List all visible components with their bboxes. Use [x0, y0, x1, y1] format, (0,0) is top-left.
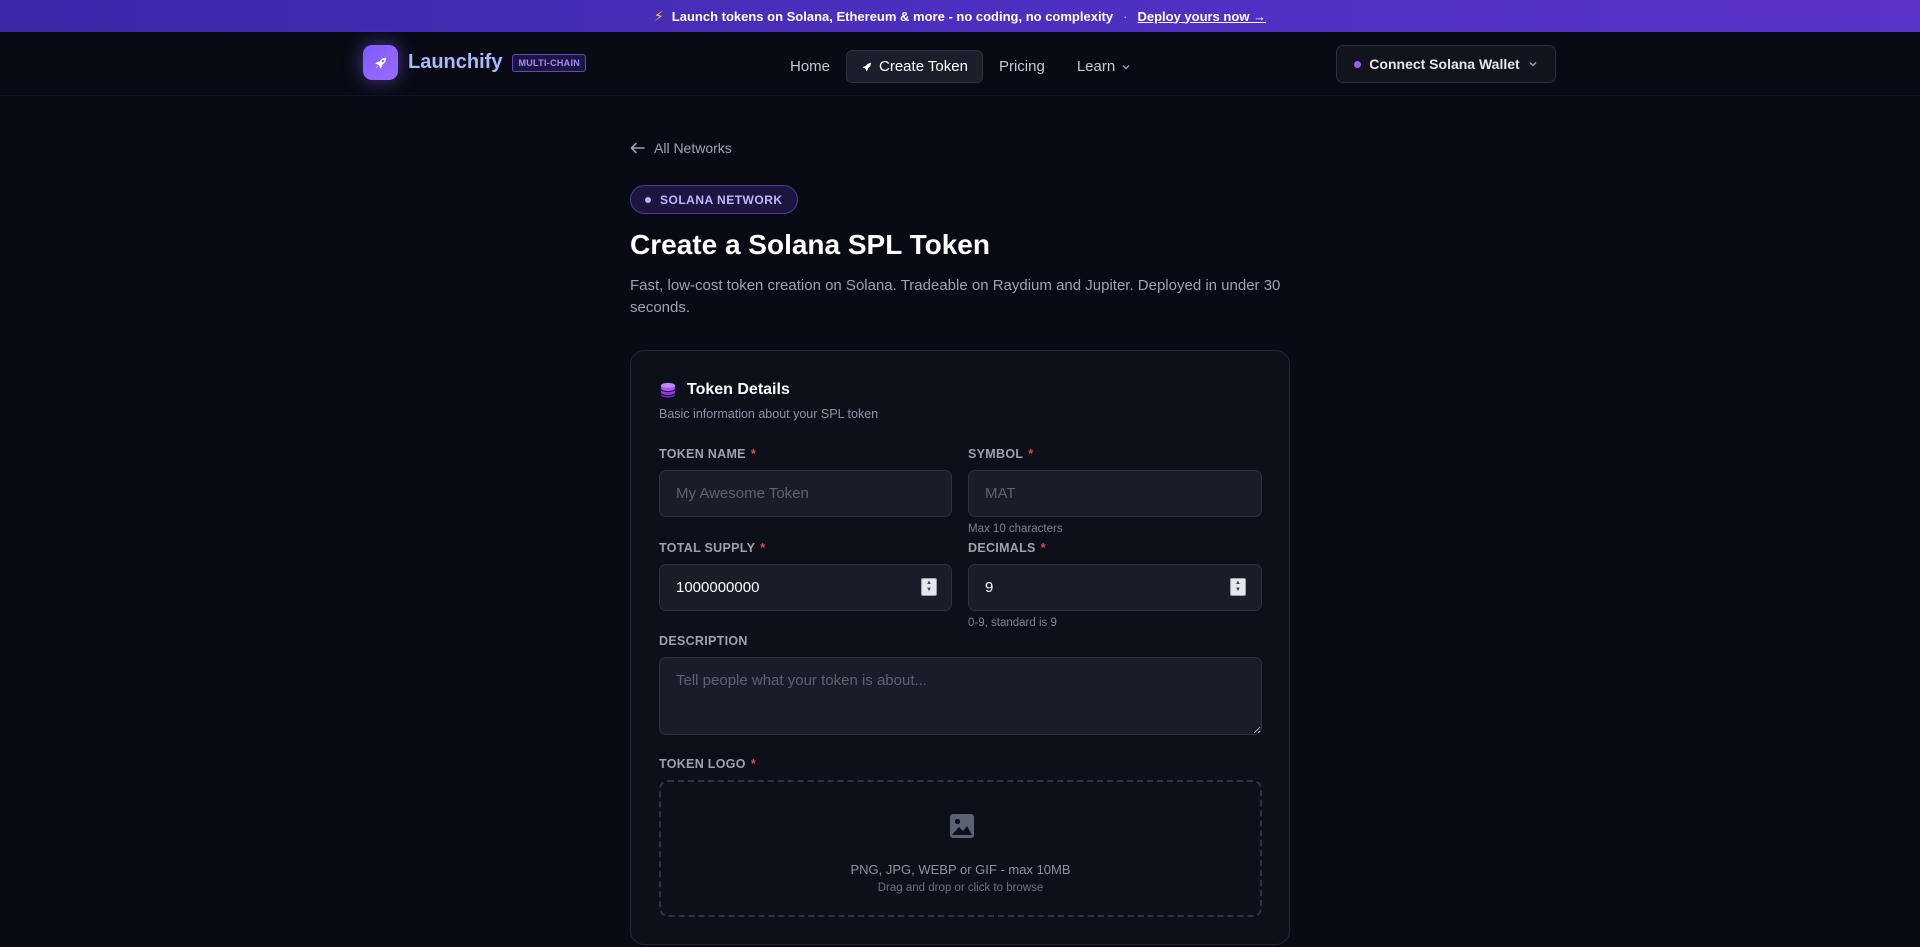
network-badge-label: SOLANA NETWORK [660, 192, 783, 207]
required-marker: * [750, 447, 756, 461]
decimals-label: DECIMALS * [968, 541, 1046, 555]
connect-wallet-button[interactable]: Connect Solana Wallet [1336, 45, 1556, 83]
symbol-label: SYMBOL * [968, 447, 1033, 461]
stepper-down-icon: ▼ [1235, 587, 1241, 593]
stepper-up-icon: ▲ [1235, 580, 1241, 586]
symbol-hint: Max 10 characters [968, 523, 1063, 535]
banner-message: Launch tokens on Solana, Ethereum & more… [671, 8, 1114, 24]
total-supply-input[interactable] [659, 564, 952, 611]
card-header: Token Details [659, 381, 790, 399]
coins-stack-icon [661, 382, 675, 398]
stepper-up-icon: ▲ [926, 580, 932, 586]
nav-learn-label: Learn [1076, 58, 1116, 75]
symbol-input[interactable] [968, 470, 1262, 517]
chevron-down-icon [1529, 62, 1537, 67]
required-marker: * [1040, 541, 1046, 555]
total-supply-stepper[interactable]: ▲ ▼ [921, 578, 937, 596]
total-supply-label-text: TOTAL SUPPLY [659, 541, 756, 555]
decimals-hint: 0-9, standard is 9 [968, 617, 1057, 629]
nav-create-token[interactable]: Create Token [846, 50, 983, 83]
network-badge: SOLANA NETWORK [630, 185, 798, 214]
token-logo-label: TOKEN LOGO * [659, 757, 756, 771]
required-marker: * [750, 757, 756, 771]
symbol-label-text: SYMBOL [968, 447, 1024, 461]
lightning-bolt-icon: ⚡ [653, 7, 664, 24]
back-to-networks-link[interactable]: All Networks [630, 140, 732, 156]
required-marker: * [1028, 447, 1034, 461]
rocket-icon [363, 45, 398, 80]
arrow-left-icon [630, 142, 645, 154]
brand-logo[interactable]: Launchify MULTI-CHAIN [363, 45, 587, 80]
back-link-label: All Networks [654, 140, 732, 156]
multi-chain-badge: MULTI-CHAIN [512, 53, 587, 72]
decimals-label-text: DECIMALS [968, 541, 1036, 555]
rocket-icon [862, 62, 872, 71]
stepper-down-icon: ▼ [926, 587, 932, 593]
total-supply-label: TOTAL SUPPLY * [659, 541, 765, 555]
banner-separator: · [1123, 8, 1128, 24]
nav-learn-dropdown[interactable]: Learn [1061, 51, 1147, 82]
page-title: Create a Solana SPL Token [630, 229, 990, 260]
connect-wallet-label: Connect Solana Wallet [1369, 56, 1520, 72]
token-logo-dropzone[interactable]: PNG, JPG, WEBP or GIF - max 10MB Drag an… [659, 780, 1262, 917]
description-label-text: DESCRIPTION [659, 634, 748, 648]
nav-links: Home Create Token Pricing Learn [774, 50, 1147, 83]
card-subtitle: Basic information about your SPL token [659, 407, 879, 421]
image-icon [950, 814, 974, 838]
nav-create-token-label: Create Token [879, 58, 968, 75]
nav-home[interactable]: Home [774, 51, 846, 82]
brand-name: Launchify [408, 51, 503, 73]
dropzone-instruction: Drag and drop or click to browse [877, 882, 1044, 894]
token-logo-label-text: TOKEN LOGO [659, 757, 746, 771]
required-marker: * [760, 541, 766, 555]
token-name-label-text: TOKEN NAME [659, 447, 746, 461]
deploy-now-link[interactable]: Deploy yours now → [1137, 9, 1266, 24]
token-details-card: Token Details Basic information about yo… [630, 350, 1290, 945]
nav-pricing[interactable]: Pricing [983, 51, 1061, 82]
dropzone-formats: PNG, JPG, WEBP or GIF - max 10MB [850, 862, 1071, 877]
token-name-input[interactable] [659, 470, 952, 517]
decimals-stepper[interactable]: ▲ ▼ [1230, 578, 1246, 596]
description-textarea[interactable] [659, 657, 1262, 735]
token-name-label: TOKEN NAME * [659, 447, 756, 461]
announcement-banner: ⚡ Launch tokens on Solana, Ethereum & mo… [0, 0, 1920, 32]
top-navigation: Launchify MULTI-CHAIN Home Create Token … [0, 32, 1920, 96]
wallet-status-dot [1354, 60, 1362, 68]
description-label: DESCRIPTION [659, 634, 748, 648]
chevron-down-icon [1122, 64, 1130, 69]
card-title: Token Details [687, 381, 790, 398]
decimals-input[interactable] [968, 564, 1262, 611]
network-dot [645, 196, 651, 203]
page-subtitle: Fast, low-cost token creation on Solana.… [630, 277, 1281, 316]
